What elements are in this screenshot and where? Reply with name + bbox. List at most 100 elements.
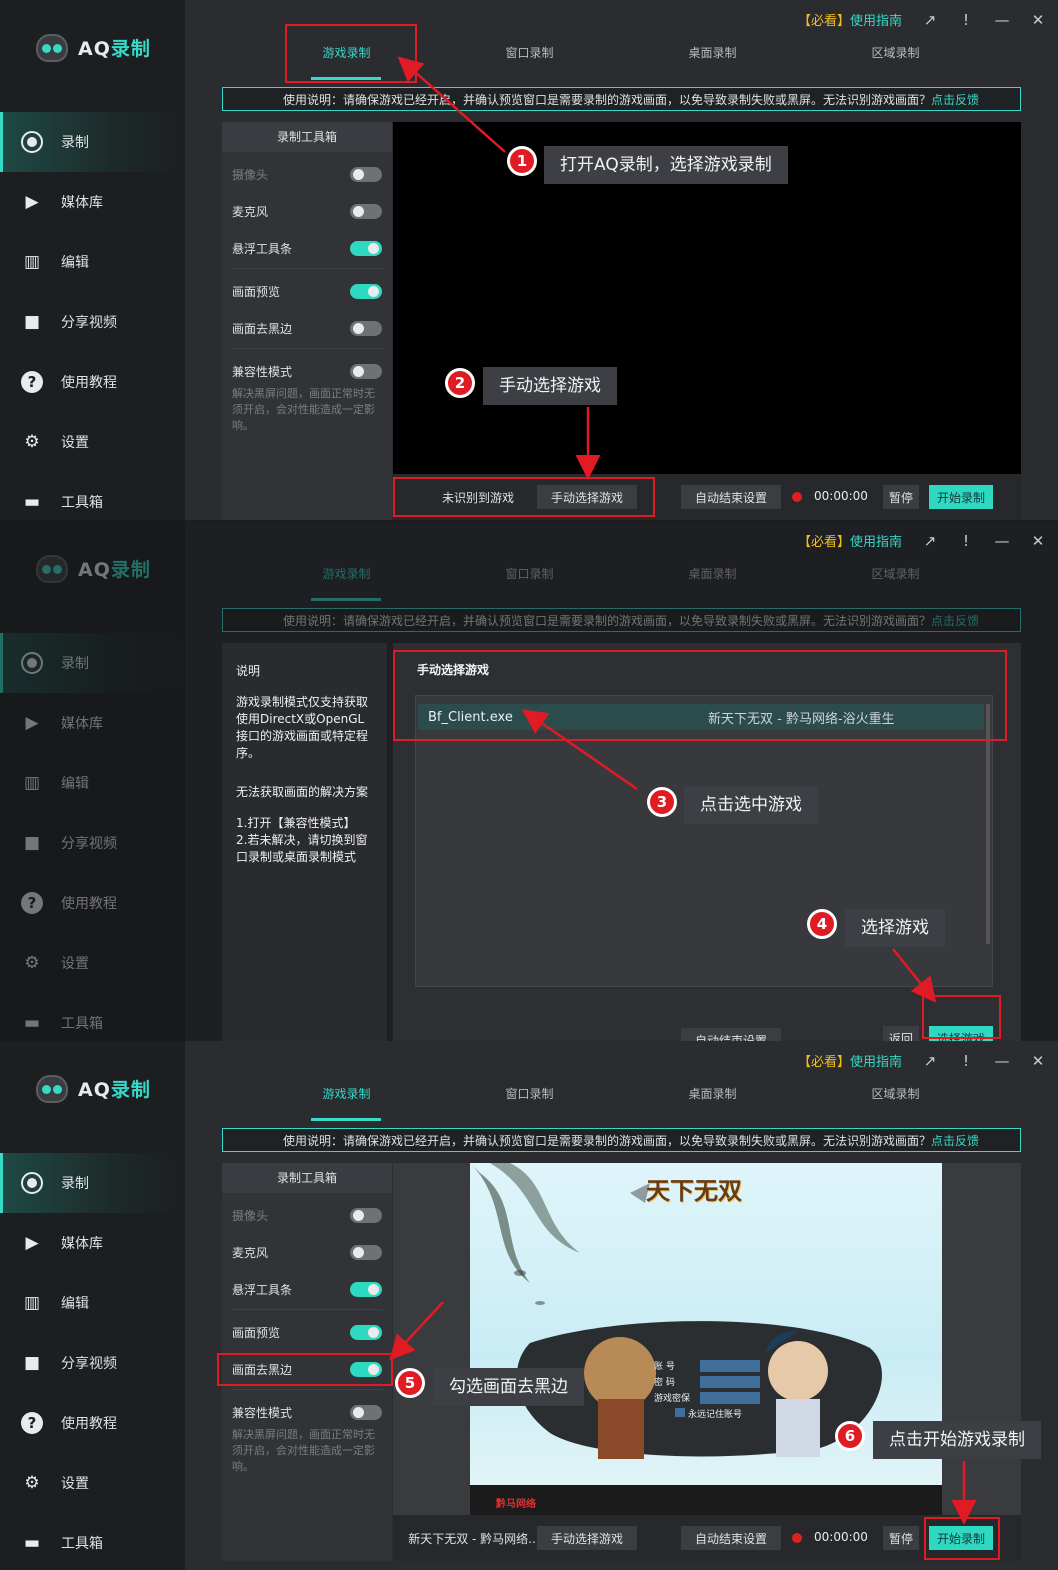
callout-step-4: 选择游戏 xyxy=(845,909,945,947)
mic-toggle[interactable] xyxy=(350,1244,382,1260)
title-bar: 【必看】使用指南 ↗ ! — ✕ xyxy=(798,531,1046,551)
screenshot-panel-3: AQ录制 录制 ▶ 媒体库 ▥ 编辑 ■ 分享视频 ? 使用教程 ⚙ 设置 ▬ 工具箱 【必… xyxy=(0,1041,1058,1570)
minimize-icon[interactable]: — xyxy=(994,11,1010,29)
nav-item-edit[interactable]: ▥ 编辑 xyxy=(0,1273,185,1333)
guide-link[interactable]: 【必看】使用指南 xyxy=(798,531,902,550)
start-record-button[interactable]: 开始录制 xyxy=(929,485,993,509)
camera-toggle[interactable] xyxy=(350,1207,382,1223)
back-button[interactable]: 返回 xyxy=(883,1026,919,1041)
toggle-label: 摄像头 xyxy=(232,167,269,182)
pause-button[interactable]: 暂停 xyxy=(883,1526,919,1550)
game-logo: 天下无双 xyxy=(646,1176,742,1205)
game-login-scene xyxy=(470,1163,942,1515)
guide-link[interactable]: 【必看】使用指南 xyxy=(798,10,902,29)
callout-step-3: 点击选中游戏 xyxy=(684,786,818,824)
float-toolbar-toggle[interactable] xyxy=(350,240,382,256)
title-bar: 【必看】使用指南 ↗ ! — ✕ xyxy=(798,1051,1046,1071)
close-icon[interactable]: ✕ xyxy=(1030,1052,1046,1070)
tab-window-record[interactable]: 窗口录制 xyxy=(438,44,621,80)
nav-item-record[interactable]: 录制 xyxy=(0,112,185,172)
minimize-icon[interactable]: — xyxy=(994,1052,1010,1070)
nav-item-tutorial[interactable]: ? 使用教程 xyxy=(0,352,185,412)
feedback-link[interactable]: 点击反馈 xyxy=(931,1132,979,1149)
toggle-row-camera: 摄像头 xyxy=(232,164,382,184)
auto-end-settings-button[interactable]: 自动结束设置 xyxy=(681,1028,781,1041)
nav-item-media[interactable]: ▶ 媒体库 xyxy=(0,172,185,232)
must-see-label: 【必看】 xyxy=(797,1055,850,1070)
mic-toggle[interactable] xyxy=(350,203,382,219)
app-name-suffix: 录制 xyxy=(110,1078,151,1101)
nav-label: 工具箱 xyxy=(61,495,103,511)
minimize-icon[interactable]: — xyxy=(994,532,1010,550)
guide-link[interactable]: 【必看】使用指南 xyxy=(798,1051,902,1070)
screenshot-panel-2: AQ录制 录制 ▶媒体库 ▥编辑 ■分享视频 ?使用教程 ⚙设置 ▬工具箱 游戏… xyxy=(0,521,1058,1041)
camera-toggle[interactable] xyxy=(350,166,382,182)
close-icon[interactable]: ✕ xyxy=(1030,11,1046,29)
nav-item-record[interactable]: 录制 xyxy=(0,1153,185,1213)
toggle-row-preview: 画面预览 xyxy=(232,1322,382,1342)
compat-mode-toggle[interactable] xyxy=(350,363,382,379)
highlight-box xyxy=(393,477,655,517)
nav-item-toolbox[interactable]: ▬ 工具箱 xyxy=(0,1513,185,1570)
nav-item-settings[interactable]: ⚙ 设置 xyxy=(0,1453,185,1513)
nav-item-edit[interactable]: ▥ 编辑 xyxy=(0,232,185,292)
close-icon[interactable]: ✕ xyxy=(1030,532,1046,550)
external-link-icon[interactable]: ↗ xyxy=(922,532,938,550)
toggle-label: 麦克风 xyxy=(232,1245,269,1260)
pause-button[interactable]: 暂停 xyxy=(883,485,919,509)
sidebar: AQ录制 录制 ▶媒体库 ▥编辑 ■分享视频 ?使用教程 ⚙设置 ▬工具箱 xyxy=(0,0,185,520)
tab-game-record[interactable]: 游戏录制 xyxy=(255,1085,438,1121)
notice-text: 使用说明：请确保游戏已经开启，并确认预览窗口是需要录制的游戏画面，以免导致录制失… xyxy=(283,92,932,107)
toggle-row-mic: 麦克风 xyxy=(232,201,382,221)
tab-window-record[interactable]: 窗口录制 xyxy=(438,1085,621,1121)
feedback-icon[interactable]: ! xyxy=(958,1052,974,1070)
toolbox-title: 录制工具箱 xyxy=(222,122,392,152)
feedback-link[interactable]: 点击反馈 xyxy=(931,91,979,108)
step-5-badge: 5 xyxy=(395,1368,425,1398)
media-library-icon: ▶ xyxy=(25,1233,39,1253)
question-icon: ? xyxy=(21,371,43,393)
nav-item-tutorial[interactable]: ? 使用教程 xyxy=(0,1393,185,1453)
manual-select-button[interactable]: 手动选择游戏 xyxy=(537,1526,637,1550)
app-name-suffix: 录制 xyxy=(110,37,151,60)
nav-item-settings[interactable]: ⚙ 设置 xyxy=(0,412,185,472)
nav-item-share[interactable]: ■ 分享视频 xyxy=(0,1333,185,1393)
auto-end-settings-button[interactable]: 自动结束设置 xyxy=(681,1526,781,1550)
remove-black-border-toggle[interactable] xyxy=(350,320,382,336)
film-edit-icon: ▥ xyxy=(23,252,41,272)
toggle-row-float-toolbar: 悬浮工具条 xyxy=(232,1279,382,1299)
nav-label: 分享视频 xyxy=(61,315,117,331)
solution-title: 无法获取画面的解决方案 xyxy=(236,785,369,799)
preview-toggle[interactable] xyxy=(350,1324,382,1340)
highlight-box xyxy=(393,650,1007,741)
explanation-title: 说明 xyxy=(236,664,261,678)
external-link-icon[interactable]: ↗ xyxy=(922,1052,938,1070)
nav-label: 工具箱 xyxy=(61,1536,103,1552)
tab-desktop-record[interactable]: 桌面录制 xyxy=(621,1085,804,1121)
sidebar: AQ录制 录制 ▶媒体库 ▥编辑 ■分享视频 ?使用教程 ⚙设置 ▬工具箱 xyxy=(0,1041,185,1570)
tab-region-record[interactable]: 区域录制 xyxy=(804,44,987,80)
highlight-box xyxy=(285,24,417,83)
compat-mode-toggle[interactable] xyxy=(350,1404,382,1420)
tab-desktop-record[interactable]: 桌面录制 xyxy=(621,44,804,80)
float-toolbar-toggle[interactable] xyxy=(350,1281,382,1297)
auto-end-settings-button[interactable]: 自动结束设置 xyxy=(681,485,781,509)
security-label: 游戏密保 xyxy=(654,1394,691,1404)
nav-label: 录制 xyxy=(61,1176,89,1192)
password-label: 密 码 xyxy=(654,1378,675,1388)
feedback-icon[interactable]: ! xyxy=(958,532,974,550)
tab-region-record[interactable]: 区域录制 xyxy=(804,1085,987,1121)
toggle-label: 画面预览 xyxy=(232,1325,281,1340)
nav-item-share[interactable]: ■ 分享视频 xyxy=(0,292,185,352)
preview-toggle[interactable] xyxy=(350,283,382,299)
film-edit-icon: ▥ xyxy=(23,1293,41,1313)
toggle-label: 麦克风 xyxy=(232,204,269,219)
callout-step-1: 打开AQ录制，选择游戏录制 xyxy=(544,146,788,184)
nav-item-media[interactable]: ▶ 媒体库 xyxy=(0,1213,185,1273)
usage-notice: 使用说明：请确保游戏已经开启，并确认预览窗口是需要录制的游戏画面，以免导致录制失… xyxy=(222,1128,1021,1152)
nav-label: 编辑 xyxy=(61,1296,89,1312)
feedback-icon[interactable]: ! xyxy=(958,11,974,29)
nav-label: 录制 xyxy=(61,135,89,151)
nav-item-toolbox[interactable]: ▬ 工具箱 xyxy=(0,472,185,520)
external-link-icon[interactable]: ↗ xyxy=(922,11,938,29)
